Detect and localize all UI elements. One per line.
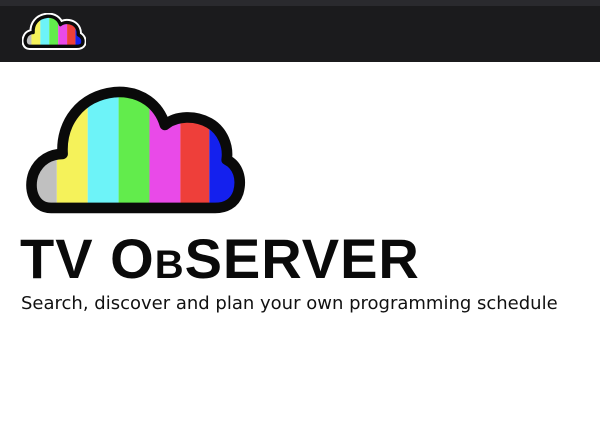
- browser-strip: [0, 0, 600, 6]
- tagline: Search, discover and plan your own progr…: [21, 293, 558, 314]
- title-part: SERVER: [184, 227, 420, 290]
- title-part: TV O: [20, 227, 155, 290]
- cloud-tv-logo-icon: [26, 86, 246, 214]
- cloud-tv-logo-icon[interactable]: [22, 13, 86, 53]
- page-title: TV OBSERVER: [20, 226, 420, 298]
- top-navbar: [0, 0, 600, 62]
- title-part: B: [154, 243, 185, 287]
